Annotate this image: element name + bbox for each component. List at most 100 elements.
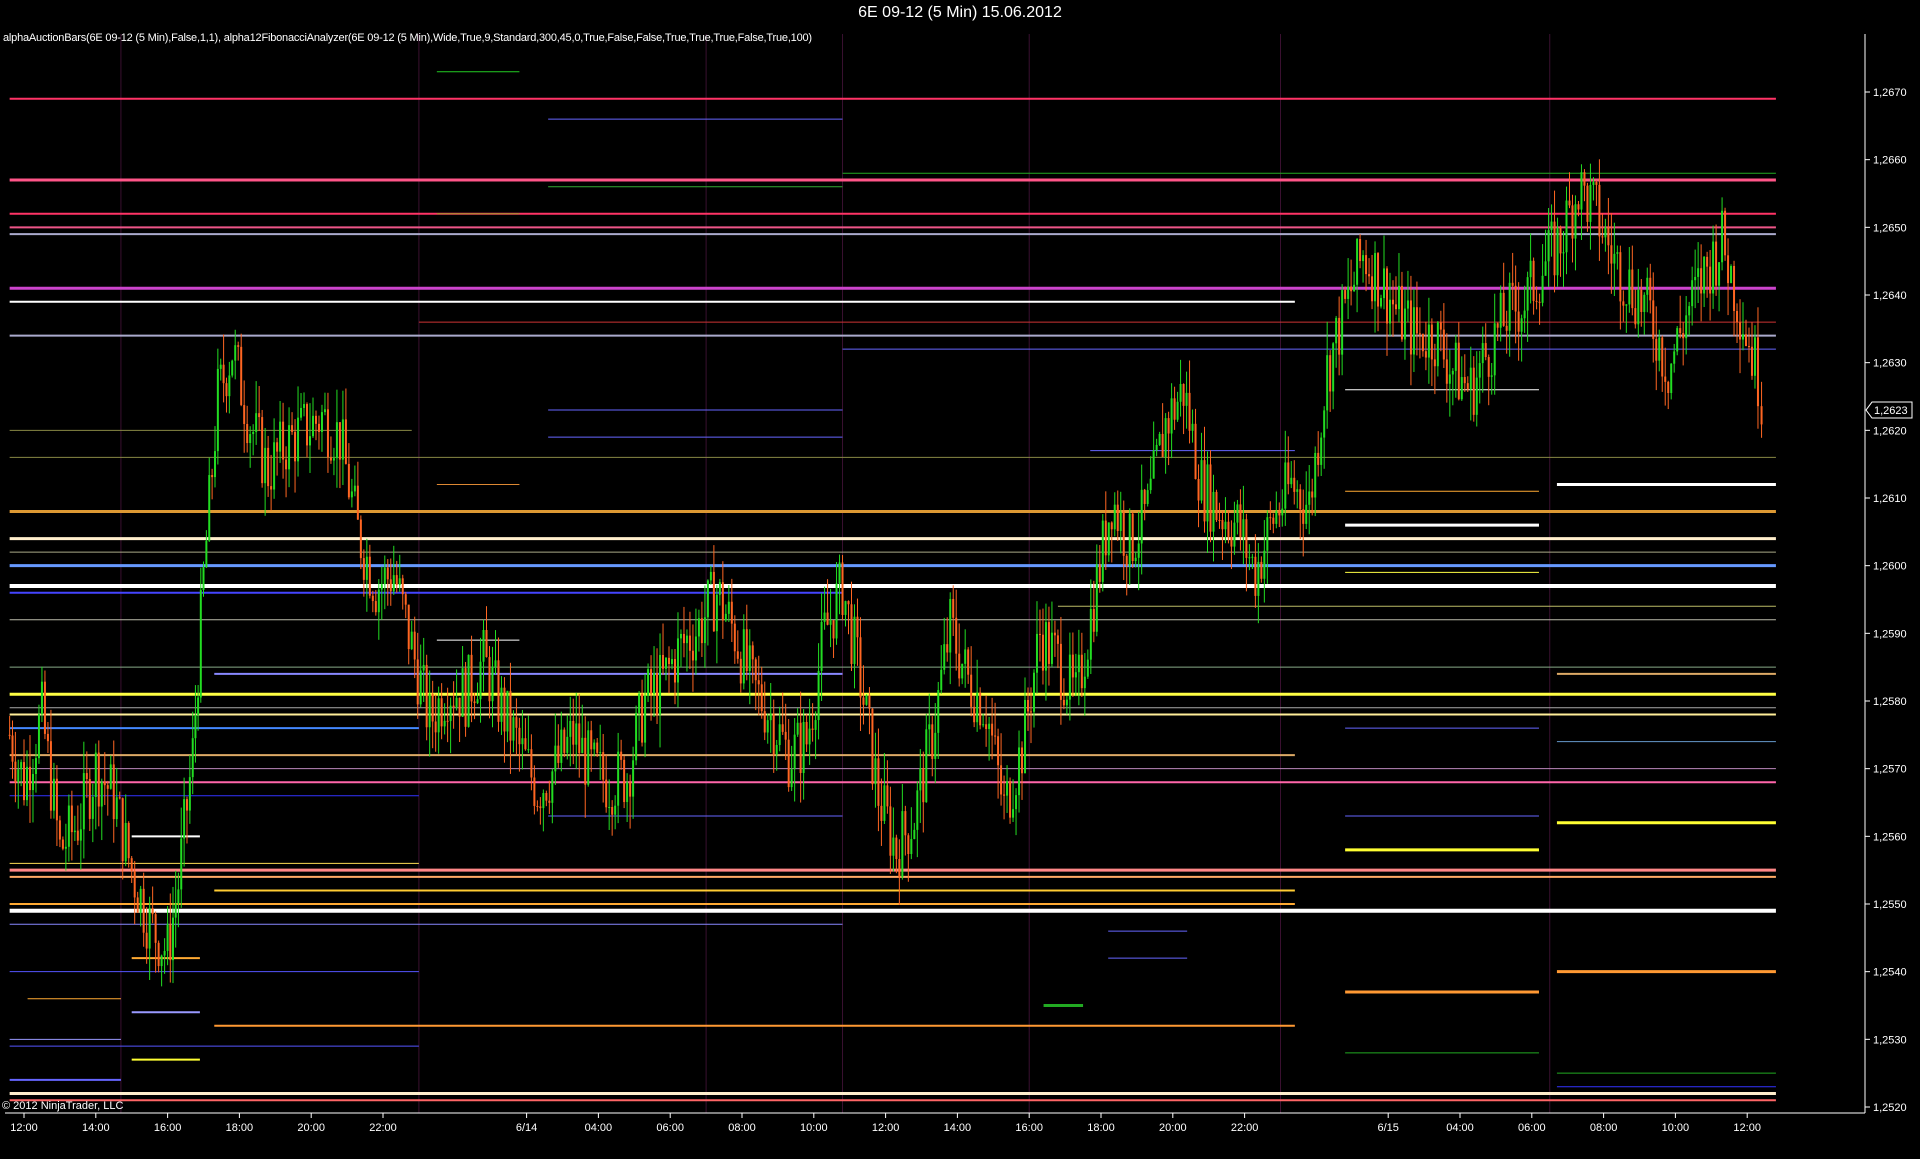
price-bar-body (1463, 377, 1466, 384)
price-bar-body (139, 888, 142, 913)
price-chart[interactable]: 1,2520 1,2530 1,2540 1,2550 1,2560 1,2570 1,25… (0, 0, 1920, 1159)
price-bar-body (49, 741, 52, 811)
price-bar-body (1694, 276, 1697, 281)
price-bar-body (826, 612, 829, 625)
price-bar-body (757, 680, 760, 685)
price-bar-body (1664, 376, 1667, 382)
price-tick-label: 1,2620 (1873, 425, 1907, 437)
price-bar-body (593, 742, 596, 750)
price-bar-body (793, 734, 796, 770)
price-bar-body (1027, 699, 1030, 712)
price-bar-body (1012, 809, 1015, 818)
price-bar-body (691, 650, 694, 661)
time-axis: 12:00 14:00 16:00 18:00 20:00 22:00 6/14 04:00 0… (5, 1112, 1865, 1134)
price-tick-label: 1,2560 (1873, 831, 1907, 843)
price-bar-body (668, 657, 671, 665)
price-bar-body (1015, 795, 1018, 810)
price-bar-body (151, 908, 154, 915)
price-bar-body (748, 645, 751, 672)
price-bar-body (425, 664, 428, 728)
price-tick-label: 1,2590 (1873, 628, 1907, 640)
price-bar-body (23, 762, 25, 801)
price-bar-body (599, 752, 602, 754)
time-tick-label: 12:00 (1733, 1122, 1761, 1134)
price-bar-body (784, 731, 787, 740)
price-bar-body (1272, 517, 1275, 524)
price-bar-body (706, 580, 709, 618)
price-bar-body (1649, 277, 1652, 301)
price-bar-body (1709, 266, 1712, 294)
price-bar-body (461, 668, 464, 717)
price-bar-body (1000, 765, 1003, 795)
price-bar-body (282, 421, 285, 460)
price-bar-body (515, 717, 518, 728)
price-bar-body (1747, 346, 1750, 348)
price-bar-body (127, 822, 130, 859)
price-bar-body (1673, 351, 1676, 364)
price-bar-body (1185, 392, 1188, 406)
price-bar-body (70, 805, 73, 833)
price-bar-body (46, 733, 49, 742)
price-bar-body (1667, 381, 1670, 394)
price-bar-body (874, 758, 877, 785)
price-bar-body (1335, 317, 1338, 344)
time-tick-label: 16:00 (154, 1122, 182, 1134)
price-bar-body (1610, 245, 1613, 264)
price-tick-label: 1,2520 (1873, 1102, 1907, 1114)
price-bar-body (1083, 676, 1086, 689)
price-bar-body (416, 659, 419, 705)
price-bar-body (1750, 346, 1753, 376)
price-bar-body (1170, 398, 1173, 434)
price-bar-body (202, 567, 205, 590)
price-bar-body (697, 618, 700, 637)
price-bar-body (766, 720, 769, 733)
price-bar-body (1062, 699, 1065, 706)
price-bar-body (533, 777, 536, 806)
price-bar-body (1634, 308, 1637, 325)
price-bar-body (1314, 452, 1317, 498)
price-bar-body (285, 459, 288, 470)
price-bar-body (808, 728, 811, 745)
price-bar-body (832, 620, 835, 639)
price-bar-body (1556, 227, 1559, 276)
price-bar-body (1068, 654, 1071, 700)
price-bar-body (76, 830, 79, 841)
price-bar-body (626, 782, 629, 803)
time-tick-label: 12:00 (10, 1122, 38, 1134)
price-bar-body (1167, 418, 1170, 434)
price-bar-body (303, 404, 306, 408)
price-bar-body (745, 629, 748, 672)
price-bar-body (632, 760, 635, 797)
price-bar-body (1679, 328, 1682, 334)
price-bar-body (602, 752, 605, 780)
price-tick-label: 1,2610 (1873, 493, 1907, 505)
price-bar-body (1703, 256, 1706, 294)
price-bar-body (895, 837, 898, 860)
price-bar-body (55, 778, 58, 821)
price-bar-body (554, 745, 557, 772)
price-bar-body (799, 722, 802, 774)
price-bar-body (1466, 383, 1469, 390)
price-bar-body (841, 562, 844, 615)
price-bar-body (82, 773, 85, 830)
price-bar-body (988, 723, 991, 729)
price-bar-body (261, 417, 264, 484)
price-bar-body (1760, 406, 1763, 425)
price-bar-body (1218, 520, 1221, 522)
price-bar-body (811, 728, 814, 730)
price-bar-body (1362, 255, 1365, 262)
price-bar-body (1089, 608, 1092, 660)
price-bar-body (1332, 343, 1335, 392)
time-tick-label: 6/15 (1377, 1122, 1398, 1134)
price-bar-body (219, 364, 222, 369)
time-tick-label: 22:00 (1231, 1122, 1259, 1134)
price-tick-label: 1,2630 (1873, 358, 1907, 370)
price-axis: 1,2520 1,2530 1,2540 1,2550 1,2560 1,2570 1,25… (1864, 34, 1907, 1114)
price-bar-body (1242, 519, 1245, 538)
time-tick-label: 6/14 (516, 1122, 537, 1134)
time-tick-label: 20:00 (1159, 1122, 1187, 1134)
price-tick-label: 1,2600 (1873, 561, 1907, 573)
price-bar-body (1753, 337, 1756, 376)
price-bar-body (904, 811, 907, 836)
price-bar-body (1377, 253, 1380, 307)
